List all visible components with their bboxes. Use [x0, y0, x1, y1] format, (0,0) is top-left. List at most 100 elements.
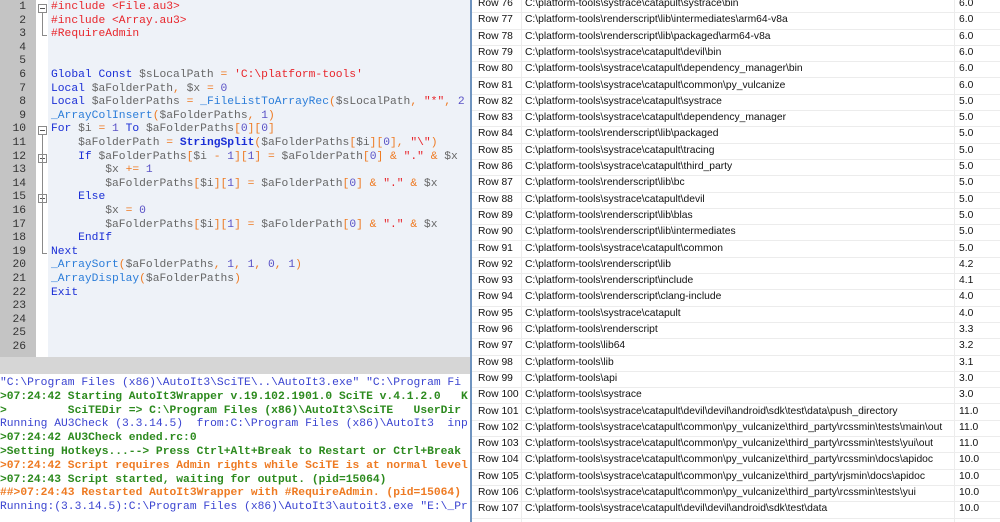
code-text: #RequireAdmin [51, 28, 139, 42]
path-cell: C:\platform-tools\systrace\catapult\devi… [525, 46, 722, 58]
fold-toggle-icon[interactable] [38, 4, 47, 13]
code-line[interactable]: 14 $aFolderPaths[$i][1] = $aFolderPath[0… [0, 178, 480, 192]
list-row[interactable]: Row 104 C:\platform-tools\systrace\catapu… [472, 452, 1000, 470]
code-line[interactable]: 15 Else [0, 191, 480, 205]
code-line[interactable]: 12 If $aFolderPaths[$i - 1][1] = $aFolde… [0, 151, 480, 165]
code-token: For [51, 123, 79, 136]
list-row[interactable]: Row 93 C:\platform-tools\renderscript\inc… [472, 273, 1000, 291]
list-row[interactable]: Row 94 C:\platform-tools\renderscript\cla… [472, 289, 1000, 307]
list-row[interactable]: Row 76 C:\platform-tools\systrace\catapul… [472, 0, 1000, 14]
code-token: $x [444, 150, 458, 163]
code-line[interactable]: 22 Exit [0, 287, 480, 301]
code-line[interactable]: 17 $aFolderPaths[$i][1] = $aFolderPath[0… [0, 219, 480, 233]
code-line[interactable]: 4 [0, 42, 480, 56]
code-line[interactable]: 7 Local $aFolderPath, $x = 0 [0, 83, 480, 97]
code-line[interactable]: 1 #include <File.au3> [0, 1, 480, 15]
list-row[interactable]: Row 79 C:\platform-tools\systrace\catapul… [472, 45, 1000, 63]
code-token: $sLocalPath [335, 96, 411, 109]
list-row[interactable]: Row 101 C:\platform-tools\systrace\catapu… [472, 404, 1000, 421]
code-token: [ [362, 150, 370, 163]
row-label: Row 102 [478, 421, 519, 433]
pane-splitter[interactable] [0, 357, 480, 374]
code-line[interactable]: 11 $aFolderPath = StringSplit($aFolderPa… [0, 137, 480, 151]
list-row[interactable]: Row 86 C:\platform-tools\systrace\catapul… [472, 159, 1000, 177]
list-row[interactable]: Row 95 C:\platform-tools\systrace\catapul… [472, 306, 1000, 323]
line-number: 8 [19, 96, 26, 109]
code-line[interactable]: 20 _ArraySort($aFolderPaths, 1, 1, 0, 1) [0, 259, 480, 273]
code-line[interactable]: 21 _ArrayDisplay($aFolderPaths) [0, 273, 480, 287]
list-row[interactable]: Row 106 C:\platform-tools\systrace\catapu… [472, 485, 1000, 503]
list-row[interactable]: Row 78 C:\platform-tools\renderscript\lib… [472, 29, 1000, 46]
list-row[interactable]: Row 89 C:\platform-tools\renderscript\lib… [472, 208, 1000, 226]
row-label: Row 92 [478, 258, 513, 270]
row-label: Row 89 [478, 209, 513, 221]
list-row[interactable]: Row 91 C:\platform-tools\systrace\catapul… [472, 241, 1000, 258]
code-line[interactable]: 10 For $i = 1 To $aFolderPaths[0][0] [0, 123, 480, 137]
code-line[interactable]: 18 EndIf [0, 232, 480, 246]
row-label: Row 94 [478, 291, 513, 303]
code-editor[interactable]: 1 #include <File.au3> 2 #include <Array.au3… [0, 0, 480, 357]
code-line[interactable]: 26 [0, 341, 480, 355]
code-line[interactable]: 3 #RequireAdmin [0, 28, 480, 42]
list-row[interactable]: Row 88 C:\platform-tools\systrace\catapul… [472, 192, 1000, 209]
list-row[interactable]: Row 97 C:\platform-tools\lib64 3.2 [472, 338, 1000, 356]
list-row[interactable]: Row 92 C:\platform-tools\renderscript\lib… [472, 257, 1000, 275]
list-row[interactable]: Row 83 C:\platform-tools\systrace\catapul… [472, 110, 1000, 128]
code-line[interactable]: 23 [0, 300, 480, 314]
list-row[interactable]: Row 105 C:\platform-tools\systrace\catapu… [472, 469, 1000, 486]
row-label: Row 76 [478, 0, 513, 9]
path-cell: C:\platform-tools\systrace\catapult\trac… [525, 144, 715, 156]
value-cell: 5.0 [959, 226, 974, 238]
list-row[interactable]: Row 99 C:\platform-tools\api 3.0 [472, 371, 1000, 389]
row-label: Row 84 [478, 128, 513, 140]
path-cell: C:\platform-tools\lib64 [525, 340, 626, 352]
code-line[interactable]: 8 Local $aFolderPaths = _FileListToArrayR… [0, 96, 480, 110]
code-line[interactable]: 5 [0, 55, 480, 69]
code-token: ][ [213, 177, 228, 190]
list-row[interactable]: Row 84 C:\platform-tools\renderscript\lib… [472, 126, 1000, 144]
list-row[interactable]: Row 100 C:\platform-tools\systrace 3.0 [472, 387, 1000, 405]
list-row[interactable]: Row 87 C:\platform-tools\renderscript\lib… [472, 175, 1000, 193]
list-row[interactable]: Row 102 C:\platform-tools\systrace\catapu… [472, 420, 1000, 438]
list-row[interactable]: Row 107 C:\platform-tools\systrace\catapu… [472, 501, 1000, 519]
value-cell: 5.0 [959, 242, 974, 254]
line-number: 25 [12, 327, 26, 340]
code-line[interactable]: 9 _ArrayColInsert($aFolderPaths, 1) [0, 110, 480, 124]
code-line[interactable]: 19 Next [0, 246, 480, 260]
code-token: StringSplit [179, 137, 255, 149]
code-line[interactable]: 6 Global Const $sLocalPath = 'C:\platform… [0, 69, 480, 83]
list-row[interactable]: Row 81 C:\platform-tools\systrace\catapul… [472, 78, 1000, 95]
output-console[interactable]: "C:\Program Files (x86)\AutoIt3\SciTE\..… [0, 374, 480, 522]
row-label: Row 79 [478, 46, 513, 58]
list-row[interactable]: Row 80 C:\platform-tools\systrace\catapul… [472, 61, 1000, 79]
path-cell: C:\platform-tools\renderscript\lib\inter… [525, 226, 736, 238]
list-row[interactable]: Row 98 C:\platform-tools\lib 3.1 [472, 355, 1000, 372]
path-cell: C:\platform-tools\systrace\catapult\devi… [525, 193, 705, 205]
code-token: 1 [261, 109, 268, 122]
console-line: Running AU3Check (3.3.14.5) from:C:\Prog… [0, 418, 468, 431]
code-token: #include <Array.au3> [51, 14, 187, 27]
code-token: _ArraySort [51, 259, 119, 272]
code-token: Exit [51, 286, 79, 299]
code-line[interactable]: 25 [0, 327, 480, 341]
code-line[interactable]: 2 #include <Array.au3> [0, 15, 480, 29]
code-line[interactable]: 24 [0, 314, 480, 328]
list-row[interactable]: Row 103 C:\platform-tools\systrace\catapu… [472, 436, 1000, 454]
row-label: Row 77 [478, 14, 513, 26]
code-line[interactable]: 16 $x = 0 [0, 205, 480, 219]
list-row[interactable]: Row 77 C:\platform-tools\renderscript\lib… [472, 12, 1000, 30]
fold-toggle-icon[interactable] [38, 126, 47, 136]
list-row[interactable]: Row 90 C:\platform-tools\renderscript\lib… [472, 224, 1000, 242]
code-token: #RequireAdmin [51, 28, 140, 41]
list-row[interactable]: Row 85 C:\platform-tools\systrace\catapul… [472, 143, 1000, 160]
list-row[interactable]: Row 96 C:\platform-tools\renderscript 3.3 [472, 322, 1000, 340]
list-row[interactable]: Row 82 C:\platform-tools\systrace\catapul… [472, 94, 1000, 112]
row-label: Row 99 [478, 372, 513, 384]
path-cell: C:\platform-tools\systrace\catapult\comm… [525, 79, 786, 91]
line-number: 17 [12, 218, 26, 231]
line-number: 6 [19, 69, 26, 81]
code-line[interactable]: 13 $x += 1 [0, 164, 480, 178]
